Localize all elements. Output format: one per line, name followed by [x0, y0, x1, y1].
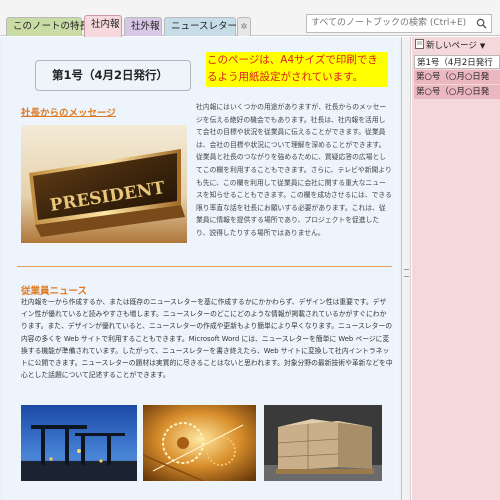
employee-news-text[interactable]: 社内報を一から作成するか、または既存のニュースレターを基に作成するかにかかわらず…	[21, 296, 393, 381]
note-page: 第1号（4月2日発行） このページは、A4サイズで印刷できるよう用紙設定がされて…	[0, 37, 402, 500]
tab-internal-newsletter[interactable]: 社内報	[84, 15, 122, 37]
page-list-panel: 新しいページ ▼ 第1号（4月2日発行 第○号（○月○日発 第○号（○月○日発	[412, 37, 500, 500]
golden-gears-photo	[143, 405, 256, 481]
new-section-tab[interactable]: ✲	[237, 17, 251, 36]
chevron-down-icon[interactable]: ▼	[480, 42, 485, 50]
print-note: このページは、A4サイズで印刷できるよう用紙設定がされています。	[206, 52, 388, 87]
new-page-icon	[415, 39, 424, 49]
page-item-3[interactable]: 第○号（○月○日発	[414, 85, 500, 99]
page-item-1[interactable]: 第1号（4月2日発行	[414, 55, 500, 69]
page-canvas[interactable]: 第1号（4月2日発行） このページは、A4サイズで印刷できるよう用紙設定がされて…	[3, 37, 399, 500]
search-icon[interactable]	[476, 18, 487, 29]
boxes-pallet-photo	[264, 405, 382, 481]
search-input[interactable]: すべてのノートブックの検索 (Ctrl+E)	[306, 14, 492, 33]
search-placeholder: すべてのノートブックの検索 (Ctrl+E)	[311, 18, 467, 28]
new-page-label: 新しいページ	[426, 41, 477, 51]
president-message-text[interactable]: 社内報にはいくつかの用途がありますが、社長からのメッセージを伝える絶好の機会でも…	[196, 101, 392, 240]
tab-features[interactable]: このノートの特長	[6, 17, 89, 36]
section-tab-bar: このノートの特長 社内報 社外報 ニュースレター ✲ すべてのノートブックの検索…	[0, 0, 500, 37]
page-title[interactable]: 第1号（4月2日発行）	[35, 60, 191, 91]
splitter-grip[interactable]	[404, 269, 409, 277]
section-divider	[17, 266, 392, 267]
tab-newsletter[interactable]: ニュースレター	[164, 17, 237, 36]
heading-underline	[21, 116, 116, 117]
president-nameplate-image: PRESIDENT	[21, 125, 187, 243]
employee-news-heading: 従業員ニュース	[21, 286, 88, 297]
page-item-2[interactable]: 第○号（○月○日発	[414, 70, 500, 84]
tab-external-newsletter[interactable]: 社外報	[124, 17, 162, 36]
new-page-button[interactable]: 新しいページ ▼	[412, 39, 500, 54]
panel-splitter[interactable]	[402, 37, 411, 500]
harbor-crane-photo	[21, 405, 137, 481]
